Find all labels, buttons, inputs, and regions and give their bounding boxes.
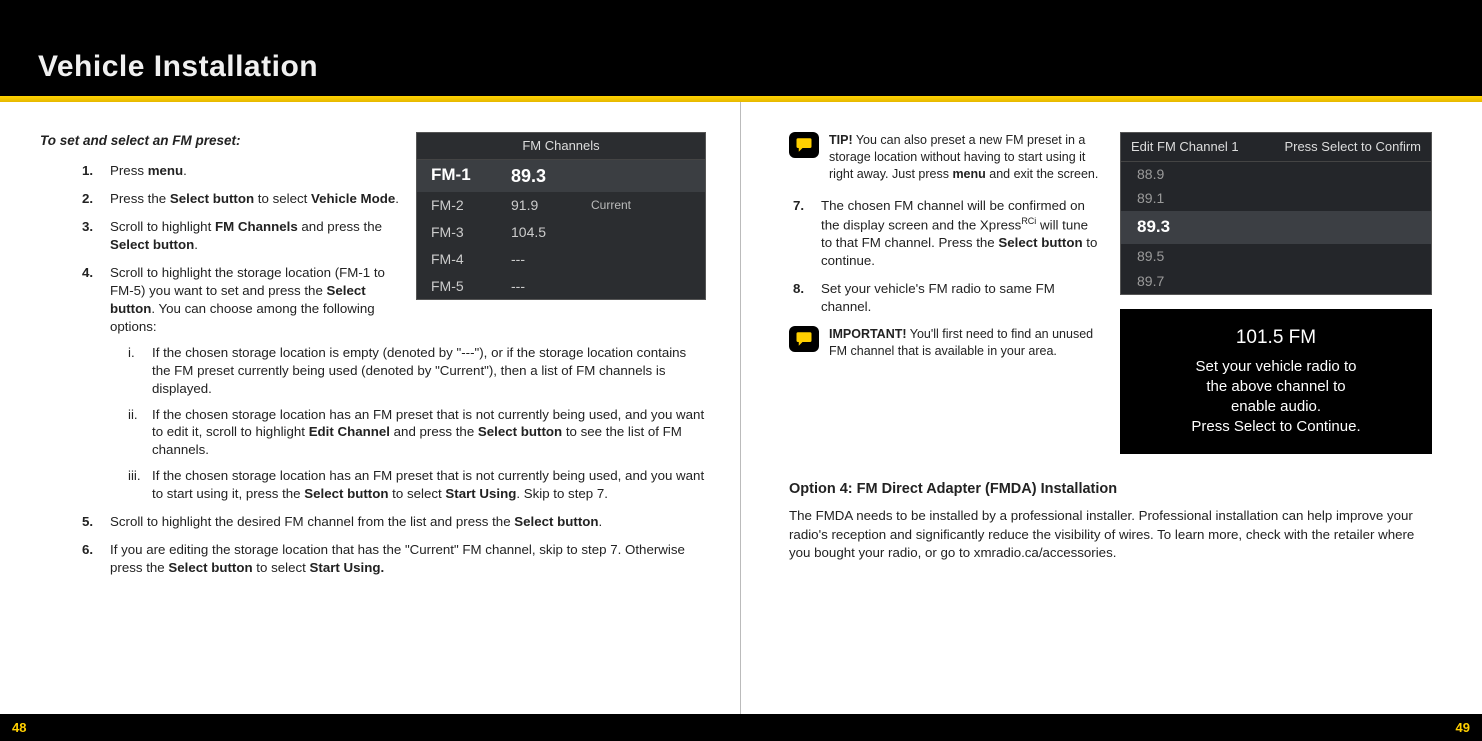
- step-5: 5. Scroll to highlight the desired FM ch…: [82, 513, 706, 531]
- page-number-left: 48: [12, 720, 26, 735]
- edit-fm-header: Edit FM Channel 1 Press Select to Confir…: [1121, 133, 1431, 162]
- edit-fm-row-selected: 89.3: [1121, 211, 1431, 244]
- page-number-right: 49: [1456, 720, 1470, 735]
- important-block: IMPORTANT! You'll first need to find an …: [789, 326, 1102, 360]
- fm-screenshot-title: FM Channels: [417, 133, 705, 160]
- page-footer: 48 49: [0, 714, 1482, 741]
- right-images: Edit FM Channel 1 Press Select to Confir…: [1120, 132, 1432, 454]
- step-8: 8. Set your vehicle's FM radio to same F…: [793, 280, 1102, 316]
- page-header: Vehicle Installation: [0, 0, 1482, 96]
- edit-fm-row: 89.5: [1121, 244, 1431, 269]
- right-text-block: TIP! You can also preset a new FM preset…: [789, 132, 1102, 454]
- content-area: FM Channels FM-1 89.3 FM-2 91.9 Current …: [0, 102, 1482, 714]
- edit-fm-row: 88.9: [1121, 162, 1431, 187]
- confirm-frequency: 101.5 FM: [1138, 325, 1414, 351]
- steps-list-left: 1. Press menu. 2. Press the Select butto…: [40, 162, 706, 577]
- confirm-screenshot: 101.5 FM Set your vehicle radio to the a…: [1120, 309, 1432, 454]
- edit-fm-screenshot: Edit FM Channel 1 Press Select to Confir…: [1120, 132, 1432, 295]
- step-7: 7. The chosen FM channel will be confirm…: [793, 197, 1102, 270]
- confirm-message: Set your vehicle radio to the above chan…: [1138, 357, 1414, 438]
- step-2: 2. Press the Select button to select Veh…: [82, 190, 706, 208]
- substep-i: i. If the chosen storage location is emp…: [128, 344, 706, 398]
- substep-iii: iii. If the chosen storage location has …: [128, 467, 706, 503]
- edit-fm-row: 89.7: [1121, 269, 1431, 294]
- edit-fm-row: 89.1: [1121, 186, 1431, 211]
- step-4: 4. Scroll to highlight the storage locat…: [82, 264, 706, 503]
- option-4-heading: Option 4: FM Direct Adapter (FMDA) Insta…: [789, 480, 1432, 500]
- manual-page: Vehicle Installation FM Channels FM-1 89…: [0, 0, 1482, 741]
- right-top-area: TIP! You can also preset a new FM preset…: [789, 132, 1432, 454]
- tip-text: TIP! You can also preset a new FM preset…: [829, 132, 1102, 183]
- option-4-section: Option 4: FM Direct Adapter (FMDA) Insta…: [789, 480, 1432, 563]
- important-text: IMPORTANT! You'll first need to find an …: [829, 326, 1102, 360]
- right-column: TIP! You can also preset a new FM preset…: [741, 102, 1482, 714]
- step-1: 1. Press menu.: [82, 162, 706, 180]
- page-title: Vehicle Installation: [38, 50, 318, 84]
- speech-bubble-icon: [789, 326, 819, 352]
- left-column: FM Channels FM-1 89.3 FM-2 91.9 Current …: [0, 102, 741, 714]
- substep-ii: ii. If the chosen storage location has a…: [128, 406, 706, 460]
- substeps-list: i. If the chosen storage location is emp…: [110, 344, 706, 504]
- steps-list-right: 7. The chosen FM channel will be confirm…: [789, 197, 1102, 316]
- tip-block: TIP! You can also preset a new FM preset…: [789, 132, 1102, 183]
- speech-bubble-icon: [789, 132, 819, 158]
- option-4-body: The FMDA needs to be installed by a prof…: [789, 507, 1432, 563]
- step-6: 6. If you are editing the storage locati…: [82, 541, 706, 577]
- step-3: 3. Scroll to highlight FM Channels and p…: [82, 218, 706, 254]
